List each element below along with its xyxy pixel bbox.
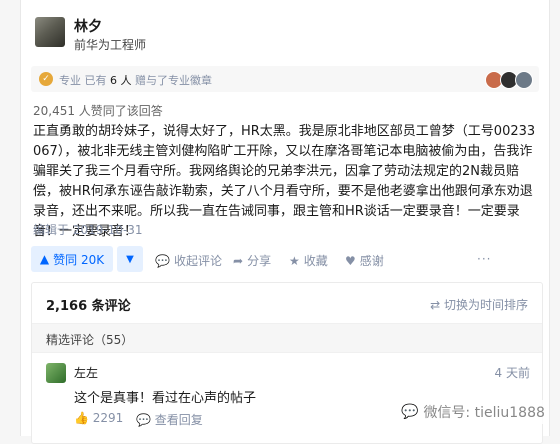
- badge-avatars[interactable]: [485, 71, 533, 93]
- heart-icon: ♥: [345, 253, 356, 268]
- badge-bar[interactable]: ✓ 专业 已有 6 人 赠与了专业徽章: [31, 66, 539, 92]
- author-bio: 前华为工程师: [74, 38, 147, 52]
- sort-toggle[interactable]: ⇄ 切换为时间排序: [430, 296, 528, 313]
- wechat-watermark: 💬 微信号: tieliu1888: [397, 400, 549, 424]
- author-name[interactable]: 林夕: [74, 16, 102, 36]
- avatar: [515, 71, 533, 89]
- view-replies-button[interactable]: 💬 查看回复: [136, 411, 203, 428]
- comment-time: 4 天前: [494, 366, 530, 380]
- downvote-button[interactable]: ▼: [117, 246, 143, 272]
- comments-header: 2,166 条评论 ⇄ 切换为时间排序: [32, 283, 542, 324]
- swap-icon: ⇄: [430, 298, 441, 312]
- triangle-down-icon: ▼: [126, 253, 134, 265]
- star-icon: ★: [289, 253, 300, 268]
- collapse-comments-button[interactable]: 💬 收起评论: [155, 252, 222, 269]
- upvote-button[interactable]: ▲ 赞同 20K: [31, 246, 113, 272]
- upvote-count: 20,451 人赞同了该回答: [33, 104, 163, 118]
- favorite-button[interactable]: ★ 收藏: [289, 252, 328, 269]
- author-avatar[interactable]: [35, 17, 65, 47]
- commenter-name[interactable]: 左左: [74, 364, 98, 381]
- share-icon: ➦: [233, 253, 244, 268]
- triangle-up-icon: ▲: [39, 252, 50, 266]
- badge-text: 专业 已有 6 人 赠与了专业徽章: [59, 74, 212, 87]
- comment-text: 这个是真事！看过在心声的帖子: [74, 391, 257, 406]
- wechat-icon: 💬: [401, 404, 419, 420]
- thumbs-up-icon: 👍: [74, 411, 89, 425]
- thanks-button[interactable]: ♥ 感谢: [345, 252, 384, 269]
- comment-like-button[interactable]: 👍 2291: [74, 411, 123, 425]
- comment-icon: 💬: [155, 253, 170, 268]
- featured-comments-header: 精选评论（55）: [32, 324, 542, 353]
- reply-icon: 💬: [136, 413, 151, 427]
- badge-icon: ✓: [39, 72, 53, 86]
- share-button[interactable]: ➦ 分享: [233, 252, 271, 269]
- edited-date[interactable]: 编辑于 2019-10-31: [33, 221, 143, 238]
- more-button[interactable]: ···: [477, 252, 491, 266]
- comment-count: 2,166 条评论: [46, 299, 131, 314]
- answer-card: 林夕 前华为工程师 ✓ 专业 已有 6 人 赠与了专业徽章 20,451 人赞同…: [20, 0, 550, 444]
- commenter-avatar[interactable]: [46, 363, 66, 383]
